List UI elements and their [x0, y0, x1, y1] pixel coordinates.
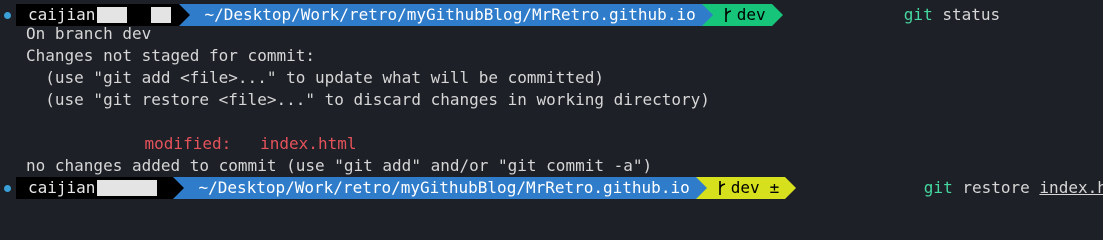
- username: caijian: [28, 178, 96, 197]
- prompt-dot-icon: [4, 185, 11, 192]
- powerline-arrow-icon: [173, 177, 185, 199]
- git-branch-icon: [718, 181, 725, 195]
- powerline-arrow-icon: [701, 4, 713, 26]
- modified-file-line: modified: index.html: [106, 111, 357, 153]
- redacted-hostname: [97, 180, 158, 196]
- branch-name: dev: [730, 178, 760, 197]
- command-input[interactable]: git restore index.html: [866, 155, 1103, 221]
- branch-name: dev: [736, 5, 766, 24]
- redacted-hostname: [97, 7, 128, 23]
- powerline-arrow-icon: [785, 177, 797, 199]
- modified-file: index.html: [260, 134, 357, 153]
- git-branch-icon: [724, 8, 731, 22]
- redacted-hostname: [151, 7, 172, 23]
- prompt-segments: caijian ~/Desktop/Work/retro/myGithubBlo…: [16, 177, 797, 199]
- powerline-arrow-icon: [695, 177, 707, 199]
- powerline-arrow-icon: [179, 4, 191, 26]
- command-args: status: [942, 5, 1001, 24]
- modified-label: modified:: [144, 134, 232, 153]
- path-segment: ~/Desktop/Work/retro/myGithubBlog/MrRetr…: [190, 4, 702, 26]
- output-line: (use "git restore <file>..." to discard …: [26, 90, 710, 109]
- command-input[interactable]: git status: [846, 0, 1000, 48]
- output-line: On branch dev: [26, 24, 152, 43]
- user-segment: caijian: [16, 177, 174, 199]
- branch-segment: dev: [712, 4, 772, 26]
- prompt-line-1: caijian ~/Desktop/Work/retro/myGithubBlo…: [0, 4, 1103, 26]
- command-file: index.html: [1039, 178, 1103, 197]
- command-verb: restore: [962, 178, 1030, 197]
- path-segment: ~/Desktop/Work/retro/myGithubBlog/MrRetr…: [184, 177, 696, 199]
- output-line: (use "git add <file>..." to update what …: [26, 68, 604, 87]
- prompt-line-2: caijian ~/Desktop/Work/retro/myGithubBlo…: [0, 177, 1103, 199]
- terminal-window[interactable]: caijian ~/Desktop/Work/retro/myGithubBlo…: [0, 0, 1103, 203]
- command-name: git: [923, 178, 953, 197]
- command-name: git: [903, 5, 933, 24]
- prompt-dot-icon: [4, 12, 11, 19]
- branch-segment: dev ±: [706, 177, 786, 199]
- powerline-arrow-icon: [771, 4, 783, 26]
- output-line: Changes not staged for commit:: [26, 46, 315, 65]
- dirty-marker: ±: [769, 178, 780, 197]
- output-line: no changes added to commit (use "git add…: [26, 156, 653, 175]
